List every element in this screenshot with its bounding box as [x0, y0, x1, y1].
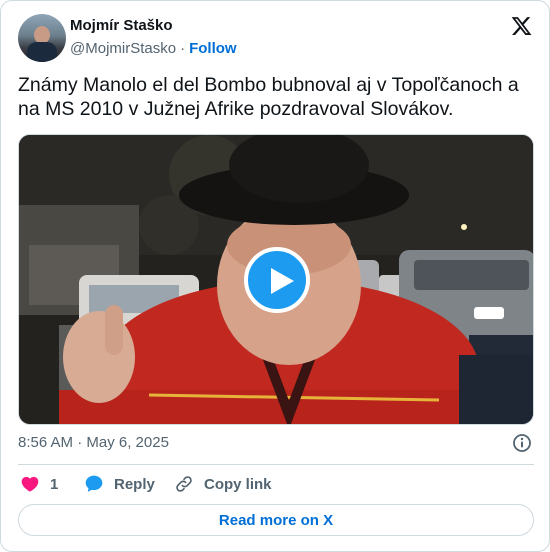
copy-link-label: Copy link [204, 475, 272, 493]
play-button[interactable] [244, 247, 310, 313]
reply-bubble-icon [85, 475, 103, 492]
reply-button[interactable]: Reply [84, 472, 155, 496]
tweet-timestamp[interactable]: 8:56 AM · May 6, 2025 [18, 434, 169, 451]
author-name[interactable]: Mojmír Staško [70, 17, 173, 34]
divider [18, 464, 534, 465]
author-handle[interactable]: @MojmirStasko [70, 40, 176, 57]
tweet-card: Mojmír Staško @MojmirStasko · Follow Známy… [0, 0, 550, 552]
heart-icon [21, 476, 39, 492]
info-icon[interactable] [512, 433, 532, 453]
reply-label: Reply [114, 475, 155, 493]
follow-button[interactable]: Follow [189, 40, 237, 57]
like-count: 1 [50, 475, 59, 493]
avatar[interactable] [18, 14, 66, 62]
tweet-text: Známy Manolo el del Bombo bubnoval aj v … [18, 74, 519, 120]
like-button[interactable]: 1 [20, 472, 58, 496]
author-handle-row: @MojmirStasko · Follow [70, 40, 237, 57]
x-logo-icon[interactable] [510, 15, 533, 37]
separator-dot: · [180, 40, 186, 57]
video-player[interactable] [18, 134, 534, 425]
copy-link-button[interactable]: Copy link [174, 472, 272, 496]
read-more-button[interactable]: Read more on X [18, 504, 534, 536]
play-icon [271, 268, 294, 294]
link-icon [176, 476, 192, 492]
